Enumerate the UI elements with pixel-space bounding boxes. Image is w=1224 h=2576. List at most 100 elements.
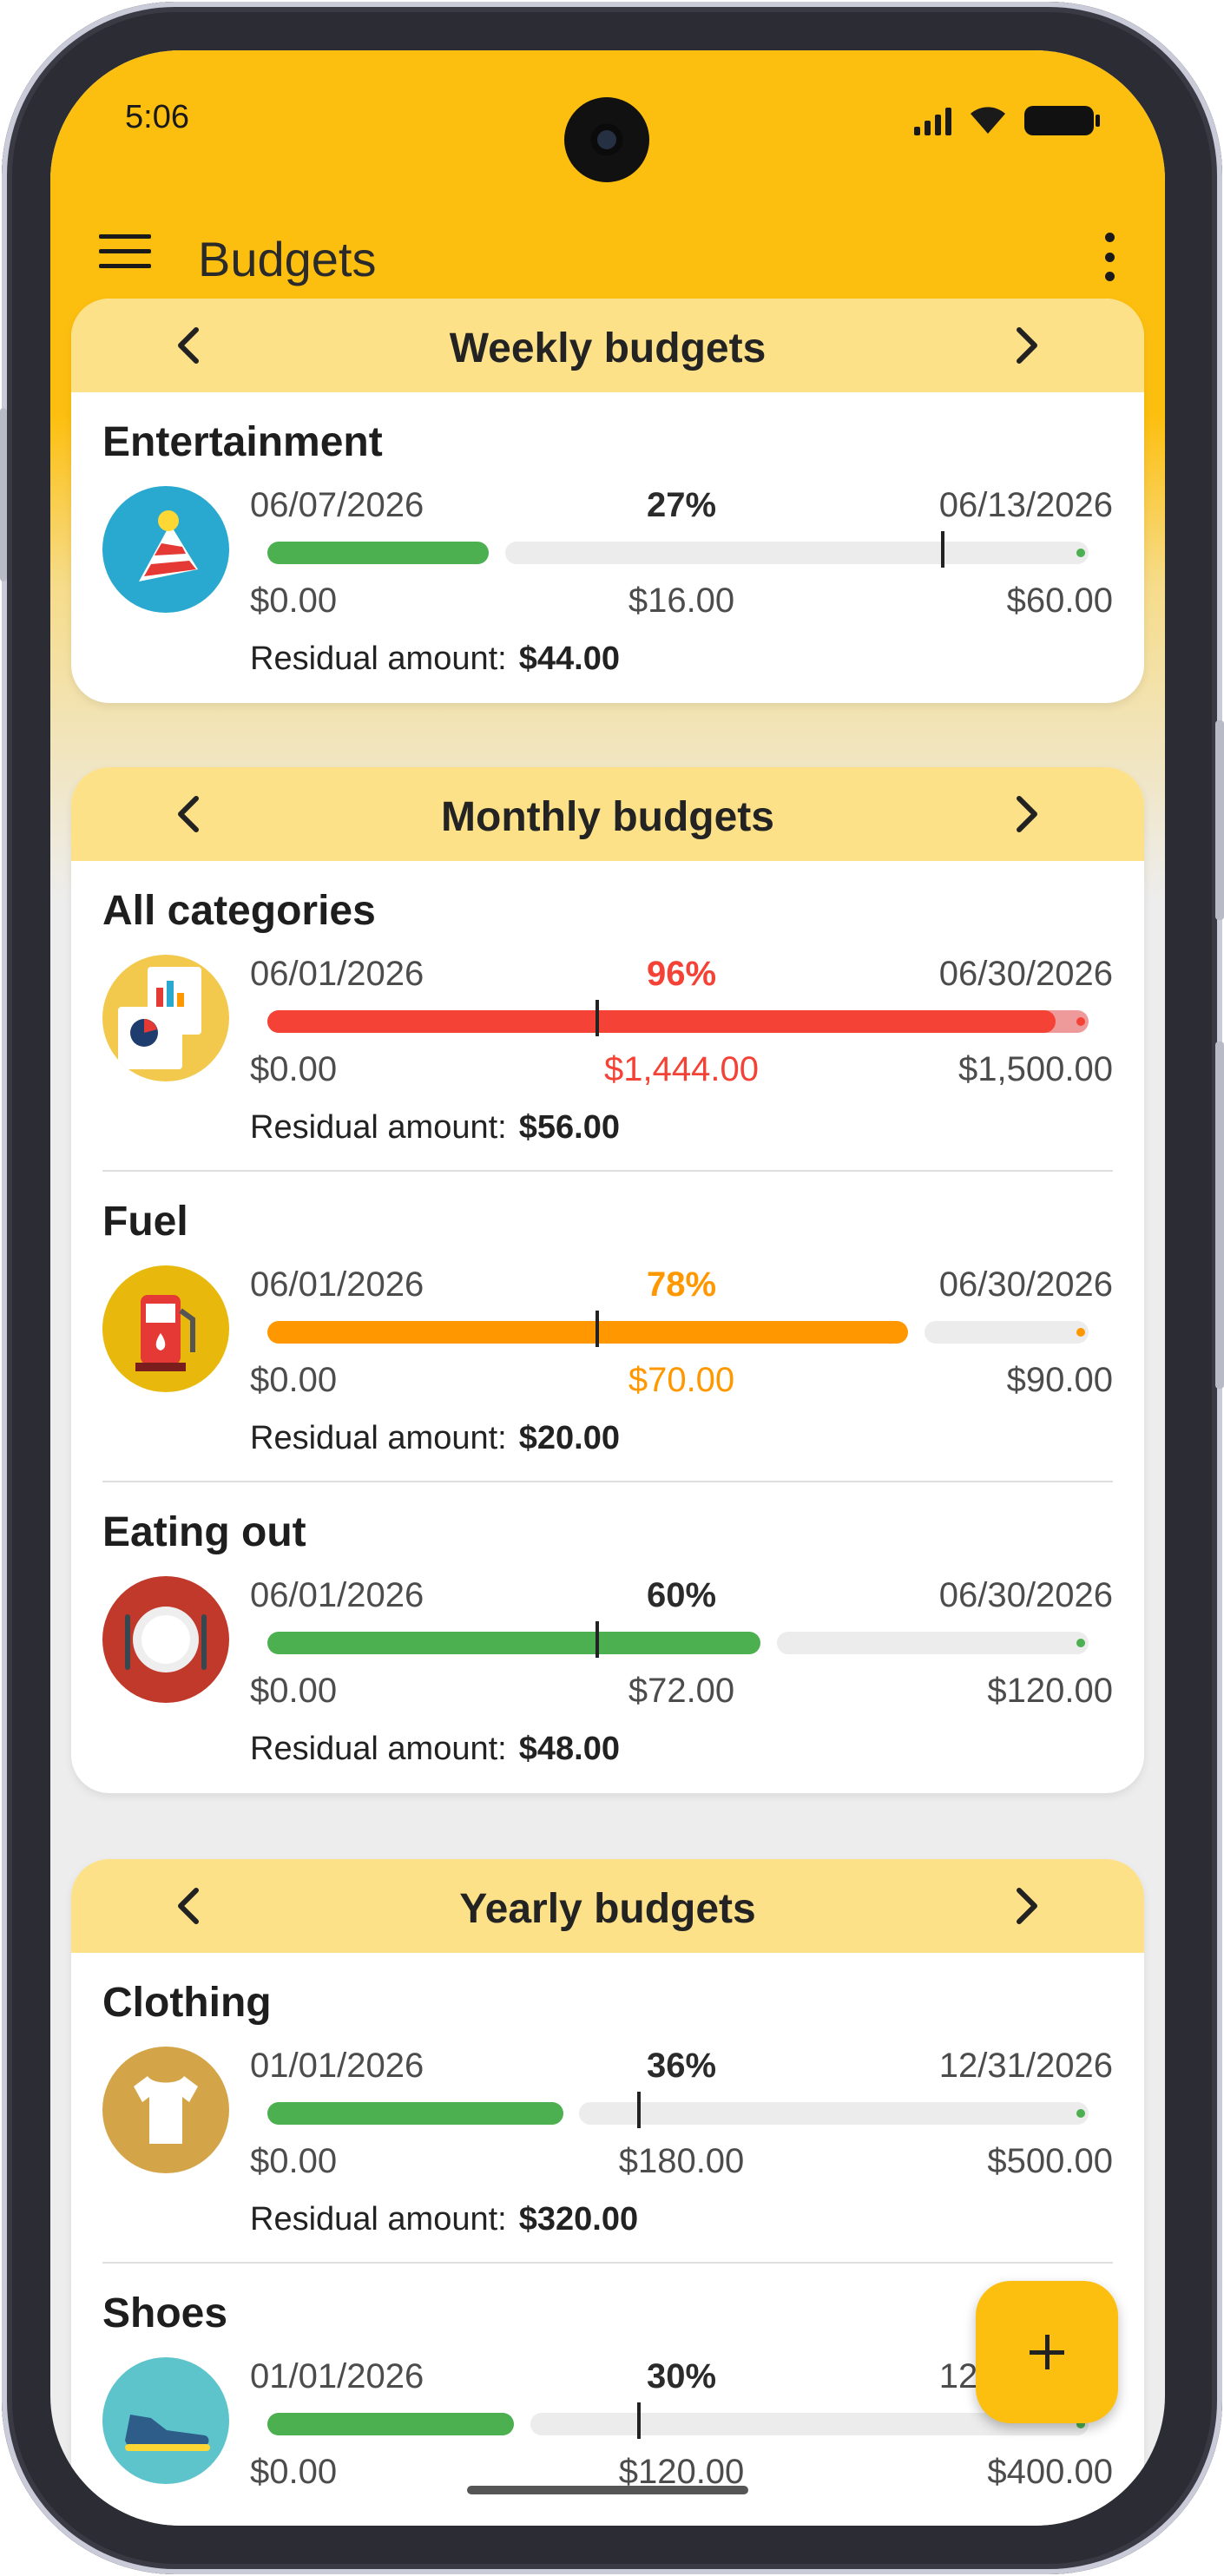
today-marker [596, 1000, 600, 1036]
budget-name: Eating out [102, 1509, 306, 1555]
budget-progress-bar [267, 1311, 1089, 1347]
battery-icon [1024, 106, 1100, 135]
status-time: 5:06 [125, 99, 189, 135]
end-date: 12/31/2026 [938, 2047, 1113, 2085]
section-header: Yearly budgets [71, 1859, 1144, 1953]
budget-section-card: Monthly budgets All categories 06/01/202… [71, 767, 1144, 1793]
today-marker [636, 2402, 641, 2439]
residual-label: Residual amount: [250, 1731, 507, 1767]
volume-button [0, 408, 7, 582]
budget-progress-bar [267, 2092, 1089, 2128]
budget-section-card: Weekly budgets Entertainment 06/07/2026 … [71, 299, 1144, 703]
budget-item[interactable]: All categories 06/01/2026 96% 06/30/2026… [71, 861, 1144, 1172]
residual-amount: $320.00 [518, 2201, 639, 2238]
progress-end-dot [1076, 1328, 1085, 1337]
next-period-icon[interactable] [1004, 323, 1049, 368]
end-date: 06/30/2026 [938, 955, 1113, 993]
residual-row: Residual amount: $56.00 [250, 1109, 620, 1147]
today-marker [940, 531, 944, 568]
page-title: Budgets [198, 232, 377, 286]
power-button [1215, 1042, 1224, 1389]
progress-fill [267, 2102, 563, 2125]
end-date: 06/30/2026 [938, 1576, 1113, 1614]
progress-end-dot [1076, 2109, 1085, 2118]
home-indicator [467, 2486, 748, 2494]
signal-icon [914, 106, 951, 135]
progress-end-dot [1076, 1639, 1085, 1647]
residual-label: Residual amount: [250, 2201, 507, 2238]
budget-progress-bar [267, 2402, 1089, 2439]
progress-track [924, 1321, 1089, 1344]
budget-name: Shoes [102, 2290, 228, 2336]
camera-cutout [564, 97, 649, 182]
app-screen: 5:06 Budgets Weekly budgets Entertainmen… [50, 50, 1165, 2526]
budget-name: Clothing [102, 1980, 272, 2026]
budget-name: Entertainment [102, 419, 383, 465]
residual-amount: $20.00 [518, 1420, 620, 1456]
today-marker [596, 1311, 600, 1347]
section-header: Weekly budgets [71, 299, 1144, 392]
wifi-icon [971, 107, 1005, 134]
max-amount: $400.00 [987, 2453, 1113, 2491]
party-hat-icon [102, 486, 229, 613]
max-amount: $1,500.00 [958, 1050, 1113, 1088]
spent-amount: $16.00 [628, 582, 735, 620]
progress-fill [267, 542, 490, 564]
progress-track [776, 1632, 1089, 1654]
residual-amount: $48.00 [518, 1731, 620, 1767]
next-period-icon[interactable] [1004, 792, 1049, 837]
max-amount: $120.00 [987, 1672, 1113, 1710]
section-title: Monthly budgets [441, 794, 774, 840]
budget-name: All categories [102, 888, 376, 934]
residual-amount: $56.00 [518, 1109, 620, 1146]
max-amount: $90.00 [1006, 1361, 1113, 1399]
menu-icon[interactable] [99, 234, 151, 271]
side-button [1215, 720, 1224, 920]
today-marker [596, 1621, 600, 1658]
plate-cutlery-icon [102, 1576, 229, 1703]
end-date: 06/13/2026 [938, 486, 1113, 524]
budget-item[interactable]: Eating out 06/01/2026 60% 06/30/2026 $0.… [71, 1482, 1144, 1793]
progress-track [579, 2102, 1089, 2125]
spent-amount: $72.00 [628, 1672, 735, 1710]
more-options-icon[interactable] [1104, 233, 1115, 281]
section-title: Weekly budgets [449, 325, 767, 371]
reports-icon [102, 955, 229, 1081]
residual-amount: $44.00 [518, 641, 620, 677]
progress-end-dot [1076, 549, 1085, 557]
budget-progress-bar [267, 1621, 1089, 1658]
progress-fill [267, 1010, 1056, 1033]
budget-item[interactable]: Entertainment 06/07/2026 27% 06/13/2026 … [71, 392, 1144, 703]
progress-fill [267, 1321, 908, 1344]
next-period-icon[interactable] [1004, 1883, 1049, 1929]
max-amount: $60.00 [1006, 582, 1113, 620]
end-date: 06/30/2026 [938, 1265, 1113, 1304]
progress-track [505, 542, 1089, 564]
residual-label: Residual amount: [250, 1420, 507, 1456]
budget-name: Fuel [102, 1199, 188, 1245]
budget-section-card: Yearly budgets Clothing 01/01/2026 36% 1… [71, 1859, 1144, 2526]
tshirt-icon [102, 2047, 229, 2173]
add-budget-button[interactable] [976, 2281, 1118, 2423]
spent-amount: $180.00 [618, 2142, 745, 2180]
budget-item[interactable]: Clothing 01/01/2026 36% 12/31/2026 $0.00… [71, 1953, 1144, 2264]
sneaker-icon [102, 2357, 229, 2484]
fuel-pump-icon [102, 1265, 229, 1392]
residual-row: Residual amount: $44.00 [250, 641, 620, 678]
residual-row: Residual amount: $320.00 [250, 2201, 638, 2238]
residual-row: Residual amount: $20.00 [250, 1420, 620, 1457]
residual-label: Residual amount: [250, 641, 507, 677]
budget-progress-bar [267, 1000, 1089, 1036]
residual-row: Residual amount: $48.00 [250, 1731, 620, 1768]
progress-fill [267, 1632, 760, 1654]
status-icons [914, 102, 1100, 135]
budget-item[interactable]: Fuel 06/01/2026 78% 06/30/2026 $0.00 $70… [71, 1172, 1144, 1482]
spent-amount: $70.00 [628, 1361, 735, 1399]
section-header: Monthly budgets [71, 767, 1144, 861]
residual-label: Residual amount: [250, 1109, 507, 1146]
progress-end-dot [1076, 1017, 1085, 1026]
budget-progress-bar [267, 531, 1089, 568]
section-title: Yearly budgets [459, 1886, 756, 1932]
max-amount: $500.00 [987, 2142, 1113, 2180]
progress-fill [267, 2413, 514, 2435]
